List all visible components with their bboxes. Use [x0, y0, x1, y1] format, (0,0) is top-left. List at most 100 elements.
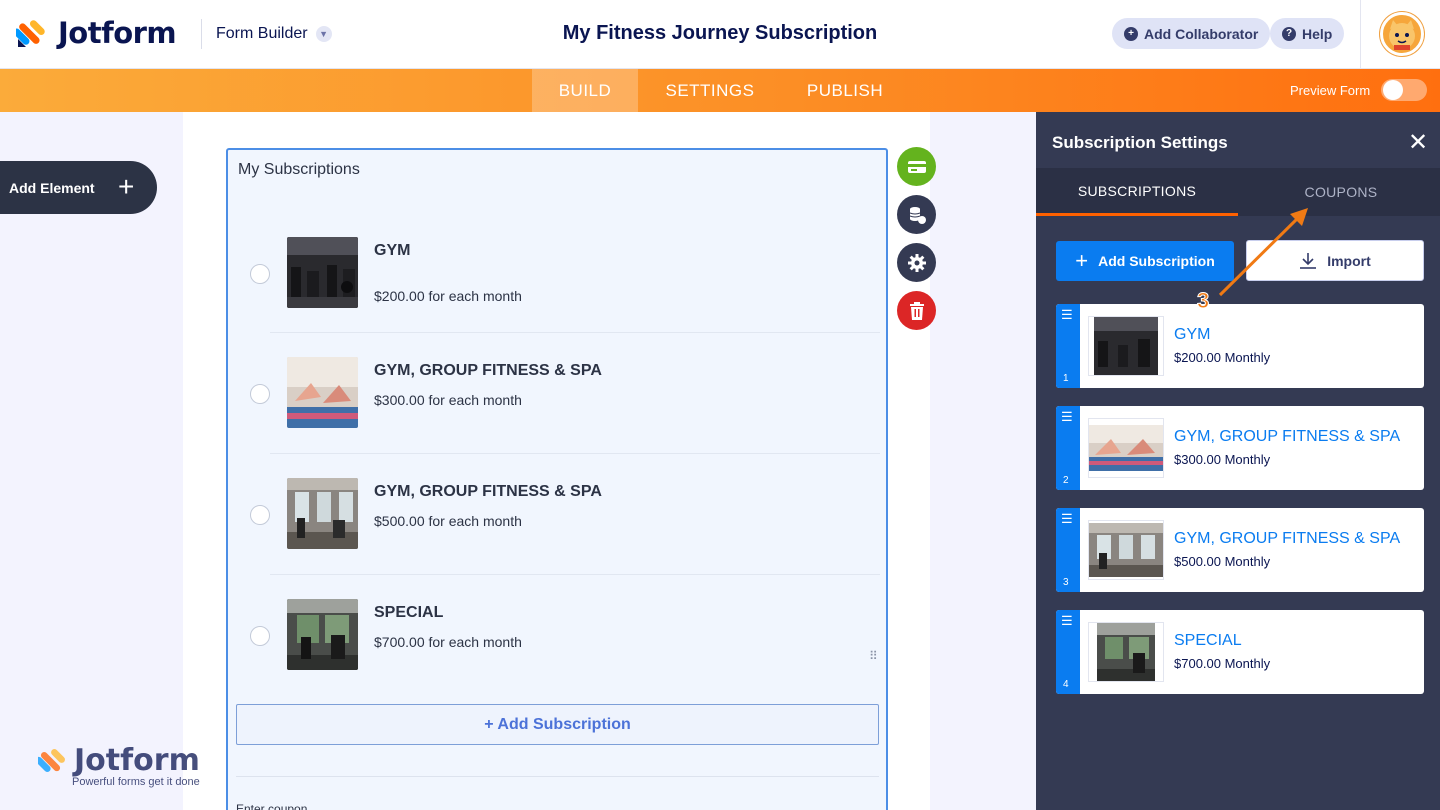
- card-price: $200.00 Monthly: [1174, 350, 1271, 365]
- radio-button[interactable]: [250, 505, 270, 525]
- card-index: 2: [1063, 475, 1069, 486]
- credit-card-icon: [907, 160, 926, 173]
- form-builder-label: Form Builder: [216, 25, 308, 42]
- option-price: $300.00 for each month: [374, 392, 522, 408]
- hamburger-icon: ☰: [1061, 307, 1073, 322]
- subscription-option-1[interactable]: GYM $200.00 for each month: [228, 230, 888, 350]
- drag-handle-icon[interactable]: ⠿: [869, 650, 879, 662]
- subscription-card-4[interactable]: ☰ 4 SPECIAL $700.00 Monthly: [1056, 610, 1424, 694]
- field-title[interactable]: My Subscriptions: [238, 161, 360, 179]
- subscription-card-2[interactable]: ☰ 2 GYM, GROUP FITNESS & SPA $300.00 Mont…: [1056, 406, 1424, 490]
- close-icon[interactable]: ✕: [1408, 128, 1428, 157]
- builder-nav: BUILD SETTINGS PUBLISH Preview Form: [0, 69, 1440, 112]
- subscription-option-3[interactable]: GYM, GROUP FITNESS & SPA $500.00 for eac…: [228, 471, 888, 591]
- option-price: $200.00 for each month: [374, 288, 522, 304]
- avatar[interactable]: [1380, 12, 1424, 56]
- card-name[interactable]: SPECIAL: [1174, 632, 1242, 650]
- hamburger-icon: ☰: [1061, 511, 1073, 526]
- subscriptions-field[interactable]: My Subscriptions GYM $200.00 for each mo…: [226, 148, 888, 810]
- header-divider: [1360, 0, 1361, 68]
- plus-icon: +: [1075, 248, 1089, 273]
- delete-field-button[interactable]: [897, 291, 936, 330]
- card-index: 3: [1063, 577, 1069, 588]
- form-builder-dropdown[interactable]: Form Builder ▼: [201, 19, 332, 49]
- option-divider: [270, 453, 880, 454]
- panel-title: Subscription Settings: [1052, 133, 1228, 152]
- subscription-option-4[interactable]: SPECIAL $700.00 for each month: [228, 592, 888, 712]
- tab-publish[interactable]: PUBLISH: [790, 69, 900, 112]
- help-label: Help: [1302, 25, 1333, 42]
- option-divider: [270, 332, 880, 333]
- chevron-down-icon: ▼: [315, 26, 332, 42]
- question-icon: ?: [1282, 26, 1296, 41]
- group-fitness-image: [287, 357, 358, 428]
- import-label: Import: [1327, 252, 1371, 269]
- database-button[interactable]: [897, 195, 936, 234]
- help-button[interactable]: ? Help: [1270, 18, 1345, 49]
- annotation-arrow-icon: [1218, 208, 1308, 297]
- jotform-watermark: Jotform Powerful forms get it done: [38, 743, 200, 788]
- card-index: 4: [1063, 679, 1069, 690]
- add-element-button[interactable]: Add Element +: [0, 161, 157, 214]
- option-price: $500.00 for each month: [374, 513, 522, 529]
- option-name: GYM: [374, 242, 411, 259]
- card-name[interactable]: GYM, GROUP FITNESS & SPA: [1174, 428, 1400, 446]
- field-settings-button[interactable]: [897, 243, 936, 282]
- plus-icon: +: [118, 171, 135, 202]
- card-price: $300.00 Monthly: [1174, 452, 1271, 467]
- jotform-logo[interactable]: Jotform: [16, 16, 177, 50]
- subscription-option-2[interactable]: GYM, GROUP FITNESS & SPA $300.00 for eac…: [228, 350, 888, 470]
- preview-form-toggle[interactable]: [1381, 79, 1427, 101]
- card-thumbnail: [1088, 418, 1164, 478]
- card-thumbnail: [1088, 622, 1164, 682]
- watermark-text: Jotform: [74, 743, 200, 778]
- coupon-label: Enter coupon: [236, 802, 308, 810]
- option-name: GYM, GROUP FITNESS & SPA: [374, 362, 602, 379]
- cat-avatar-icon: [1389, 20, 1415, 50]
- field-divider: [236, 776, 879, 777]
- add-element-label: Add Element: [9, 179, 95, 196]
- card-drag-bar[interactable]: ☰ 3: [1056, 508, 1080, 592]
- card-thumbnail: [1088, 316, 1164, 376]
- top-header: Jotform Form Builder ▼ My Fitness Journe…: [0, 0, 1440, 69]
- radio-button[interactable]: [250, 626, 270, 646]
- radio-button[interactable]: [250, 264, 270, 284]
- preview-form-label: Preview Form: [1290, 83, 1371, 98]
- card-price: $500.00 Monthly: [1174, 554, 1271, 569]
- special-gym-image: [287, 599, 358, 670]
- jotform-logo-icon: [16, 20, 45, 47]
- card-thumbnail: [1088, 520, 1164, 580]
- card-price: $700.00 Monthly: [1174, 656, 1271, 671]
- watermark-tagline: Powerful forms get it done: [72, 776, 200, 788]
- option-price: $700.00 for each month: [374, 634, 522, 650]
- subscription-card-3[interactable]: ☰ 3 GYM, GROUP FITNESS & SPA $500.00 Mont…: [1056, 508, 1424, 592]
- tab-build[interactable]: BUILD: [532, 69, 638, 112]
- card-drag-bar[interactable]: ☰ 4: [1056, 610, 1080, 694]
- logo-text: Jotform: [58, 16, 177, 50]
- trash-icon: [909, 301, 924, 320]
- option-divider: [270, 574, 880, 575]
- option-name: SPECIAL: [374, 604, 444, 621]
- hamburger-icon: ☰: [1061, 409, 1073, 424]
- card-drag-bar[interactable]: ☰ 1: [1056, 304, 1080, 388]
- add-collaborator-button[interactable]: + Add Collaborator: [1112, 18, 1271, 49]
- card-name[interactable]: GYM, GROUP FITNESS & SPA: [1174, 530, 1400, 548]
- annotation-step-number: 3: [1196, 288, 1210, 314]
- toggle-knob: [1383, 80, 1403, 100]
- database-icon: [909, 206, 926, 224]
- payment-properties-button[interactable]: [897, 147, 936, 186]
- card-drag-bar[interactable]: ☰ 2: [1056, 406, 1080, 490]
- jotform-watermark-icon: [38, 749, 65, 773]
- add-subscription-button[interactable]: + Add Subscription: [236, 704, 879, 745]
- gear-icon: [907, 253, 926, 272]
- gym-room-image: [287, 478, 358, 549]
- radio-button[interactable]: [250, 384, 270, 404]
- gym-image: [287, 237, 358, 308]
- user-plus-icon: +: [1124, 26, 1138, 41]
- tab-settings[interactable]: SETTINGS: [648, 69, 772, 112]
- card-index: 1: [1063, 373, 1069, 384]
- add-collaborator-label: Add Collaborator: [1144, 25, 1259, 42]
- option-name: GYM, GROUP FITNESS & SPA: [374, 483, 602, 500]
- subscription-card-1[interactable]: ☰ 1 GYM $200.00 Monthly: [1056, 304, 1424, 388]
- card-name[interactable]: GYM: [1174, 326, 1210, 344]
